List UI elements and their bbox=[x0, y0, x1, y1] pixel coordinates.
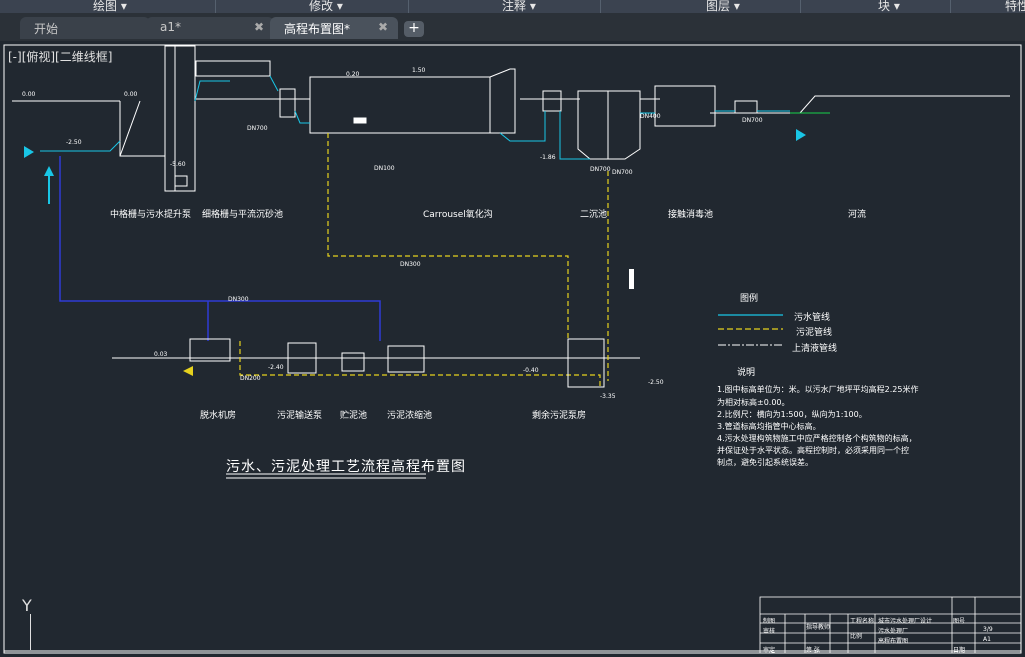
title-block-teacher: 指导教师 bbox=[806, 624, 831, 631]
oxidation-ditch-structure bbox=[309, 68, 516, 134]
unit-label-coarse-screen: 中格栅与污水提升泵 bbox=[110, 210, 192, 220]
tab-label: 开始 bbox=[34, 22, 59, 36]
note-line: 为相对标高±0.00。 bbox=[717, 398, 790, 407]
title-block-sheet-label: 图号 bbox=[953, 618, 966, 625]
drawing-title: 污水、污泥处理工艺流程高程布置图 bbox=[226, 459, 466, 475]
elevation-label: -2.50 bbox=[66, 139, 82, 146]
note-line: 1.图中标高单位为：米。以污水厂地坪平均高程2.25米作 bbox=[717, 385, 919, 394]
note-line: 4.污水处理构筑物施工中应严格控制各个构筑物的标高， bbox=[717, 434, 917, 443]
unit-label-dewatering: 脱水机房 bbox=[200, 411, 237, 421]
note-line: 制点，避免引起系统误差。 bbox=[717, 458, 813, 467]
drawing-frame bbox=[3, 44, 1022, 654]
ucs-y-axis-label: Y bbox=[22, 596, 32, 615]
elevation-label: 0.00 bbox=[22, 91, 36, 98]
tab-elevation-layout[interactable]: 高程布置图* ✖ bbox=[270, 17, 398, 39]
pipe-label: DN100 bbox=[374, 165, 395, 172]
title-block-page: 3/9 bbox=[983, 626, 993, 633]
ribbon-layers-menu[interactable]: 图层 ▾ bbox=[706, 0, 740, 13]
coarse-screen-structure bbox=[119, 45, 196, 192]
unit-label-oxidation-ditch: Carrousel氧化沟 bbox=[423, 210, 493, 220]
legend-label: 污泥管线 bbox=[796, 328, 833, 338]
unit-label-grit-chamber: 细格栅与平流沉砂池 bbox=[202, 210, 284, 220]
ribbon-separator bbox=[600, 0, 601, 13]
ribbon-separator bbox=[950, 0, 951, 13]
title-block-drawing-value: 高程布置图 bbox=[878, 638, 909, 645]
title-block-project-value: 城市污水处理厂设计 bbox=[878, 618, 933, 625]
unit-label-disinfection: 接触消毒池 bbox=[668, 210, 714, 220]
supernatant-pipeline bbox=[59, 156, 381, 341]
upper-ground-line bbox=[12, 95, 1010, 114]
legend-title: 图例 bbox=[740, 294, 759, 304]
pipe-label: DN400 bbox=[640, 113, 661, 120]
elevation-label: 0.03 bbox=[154, 351, 168, 358]
elevation-label: -2.50 bbox=[648, 379, 664, 386]
title-block-project-label: 工程名称 bbox=[850, 618, 875, 625]
drawing-svg bbox=[3, 44, 1022, 654]
title-block-check: 审核 bbox=[763, 628, 776, 635]
ribbon-annotation-menu[interactable]: 注释 ▾ bbox=[502, 0, 536, 13]
pipe-label: DN700 bbox=[742, 117, 763, 124]
close-icon[interactable]: ✖ bbox=[254, 20, 264, 34]
new-tab-button[interactable]: + bbox=[404, 21, 424, 37]
unit-label-river: 河流 bbox=[848, 210, 867, 220]
title-block-approve: 审定 bbox=[763, 647, 776, 654]
ribbon-separator bbox=[215, 0, 216, 13]
elevation-label: 0.00 bbox=[124, 91, 138, 98]
secondary-clarifier-structure bbox=[542, 90, 641, 160]
tab-a1[interactable]: a1* ✖ bbox=[146, 17, 274, 39]
title-block-drawing-name: 污水处理厂 bbox=[878, 628, 909, 635]
pipe-label: DN700 bbox=[247, 125, 268, 132]
pipe-label: DN700 bbox=[590, 166, 611, 173]
elevation-label: -5.60 bbox=[170, 161, 186, 168]
title-block-scale-label: 比例 bbox=[850, 633, 863, 640]
flow-arrows bbox=[24, 129, 806, 176]
pipe-label: DN300 bbox=[228, 296, 249, 303]
ribbon-draw-menu[interactable]: 绘图 ▾ bbox=[93, 0, 127, 13]
pipe-label: DN200 bbox=[240, 375, 261, 382]
elevation-label: -3.35 bbox=[600, 393, 616, 400]
ribbon-properties-menu[interactable]: 特性 bbox=[1005, 0, 1025, 13]
unit-label-clarifier: 二沉池 bbox=[580, 210, 608, 220]
note-line: 并保证处于水平状态。高程控制时，必须采用同一个控 bbox=[717, 446, 909, 455]
notes-title: 说明 bbox=[737, 368, 756, 378]
document-tab-bar: 开始 a1* ✖ 高程布置图* ✖ + bbox=[0, 13, 1025, 41]
ribbon-block-menu[interactable]: 块 ▾ bbox=[878, 0, 900, 13]
ribbon-modify-menu[interactable]: 修改 ▾ bbox=[309, 0, 343, 13]
title-block-count: 第 张 bbox=[806, 647, 820, 654]
north-marker bbox=[629, 269, 634, 289]
note-line: 3.管道标高均指管中心标高。 bbox=[717, 422, 821, 431]
ucs-y-axis-line bbox=[30, 614, 31, 650]
unit-label-excess-sludge-pump: 剩余污泥泵房 bbox=[532, 411, 587, 421]
unit-label-sludge-tank: 贮泥池 bbox=[340, 411, 368, 421]
title-block-drafter: 制图 bbox=[763, 618, 776, 625]
note-line: 2.比例尺：横向为1:500，纵向为1:100。 bbox=[717, 410, 867, 419]
legend-label: 污水管线 bbox=[794, 313, 831, 323]
legend-label: 上清液管线 bbox=[792, 344, 838, 354]
inflow-stem bbox=[48, 174, 50, 204]
grit-chamber-structure bbox=[195, 60, 296, 118]
tab-label: a1* bbox=[160, 20, 181, 34]
elevation-label: 1.50 bbox=[412, 67, 426, 74]
unit-label-thickener: 污泥浓缩池 bbox=[387, 411, 433, 421]
ribbon-panel-bar: 绘图 ▾ 修改 ▾ 注释 ▾ 图层 ▾ 块 ▾ 特性 bbox=[0, 0, 1025, 14]
pipe-label: DN700 bbox=[612, 169, 633, 176]
title-block-sheet-value: A1 bbox=[983, 636, 991, 643]
cake-out-arrow bbox=[183, 366, 193, 376]
ribbon-separator bbox=[800, 0, 801, 13]
elevation-label: 0.20 bbox=[346, 71, 360, 78]
pipe-label: DN300 bbox=[400, 261, 421, 268]
elevation-label: -0.40 bbox=[523, 367, 539, 374]
elevation-label: -1.86 bbox=[540, 154, 556, 161]
ribbon-separator bbox=[408, 0, 409, 13]
tab-label: 高程布置图* bbox=[284, 22, 351, 36]
close-icon[interactable]: ✖ bbox=[378, 20, 388, 34]
sewage-pipeline bbox=[40, 75, 790, 160]
drawing-canvas[interactable]: [-][俯视][二维线框] DN700 DN700 DN700 DN400 DN… bbox=[0, 41, 1025, 657]
tab-start[interactable]: 开始 bbox=[20, 17, 150, 39]
viewport-controls[interactable]: [-][俯视][二维线框] bbox=[8, 48, 112, 65]
elevation-label: -2.40 bbox=[268, 364, 284, 371]
title-block-date-label: 日期 bbox=[953, 647, 966, 654]
unit-label-sludge-pump: 污泥输送泵 bbox=[277, 411, 323, 421]
